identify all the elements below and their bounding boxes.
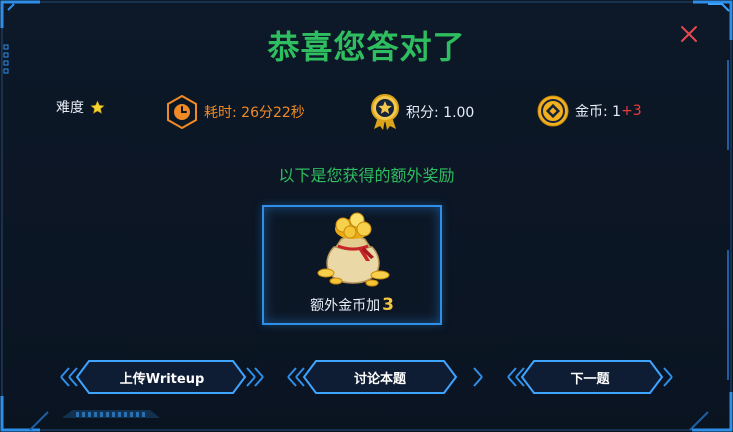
upload-writeup-button[interactable]: 上传Writeup (57, 358, 267, 396)
upload-button-label: 上传Writeup (119, 371, 205, 387)
score-stat: 积分: 1.00 (370, 93, 474, 131)
reward-amount: 3 (382, 295, 394, 315)
reward-subtitle: 以下是您获得的额外奖励 (278, 166, 455, 185)
coin-icon (537, 95, 569, 127)
discuss-button-label: 讨论本题 (353, 371, 406, 387)
difficulty-stat: 难度 (56, 97, 105, 117)
reward-card: 额外金币加 3 (262, 205, 442, 325)
stats-row: 难度 耗时: 26分22秒 积分: 1.00 金币: 1 +3 (0, 93, 733, 137)
medal-icon (371, 94, 399, 130)
dialog-title: 恭喜您答对了 (267, 28, 466, 66)
star-icon (90, 99, 105, 114)
coin-plus: +3 (621, 103, 642, 119)
next-button-label: 下一题 (570, 371, 610, 387)
time-label: 耗时: 26分22秒 (204, 105, 305, 121)
time-stat: 耗时: 26分22秒 (166, 95, 305, 129)
close-icon[interactable] (679, 24, 699, 44)
money-bag-icon (317, 212, 390, 287)
next-question-button[interactable]: 下一题 (504, 358, 676, 396)
coin-stat: 金币: 1 +3 (537, 95, 642, 127)
difficulty-label: 难度 (56, 100, 84, 116)
clock-icon (167, 95, 197, 129)
reward-caption-text: 额外金币加 (310, 298, 381, 314)
discuss-button[interactable]: 讨论本题 (284, 358, 494, 396)
reward-caption: 额外金币加 3 (264, 295, 440, 315)
coin-label: 金币: 1 (575, 104, 622, 120)
reward-dialog: 恭喜您答对了 难度 耗时: 26分22秒 积分: 1.00 金币: 1 +3 以… (0, 0, 733, 432)
score-label: 积分: 1.00 (406, 105, 475, 121)
